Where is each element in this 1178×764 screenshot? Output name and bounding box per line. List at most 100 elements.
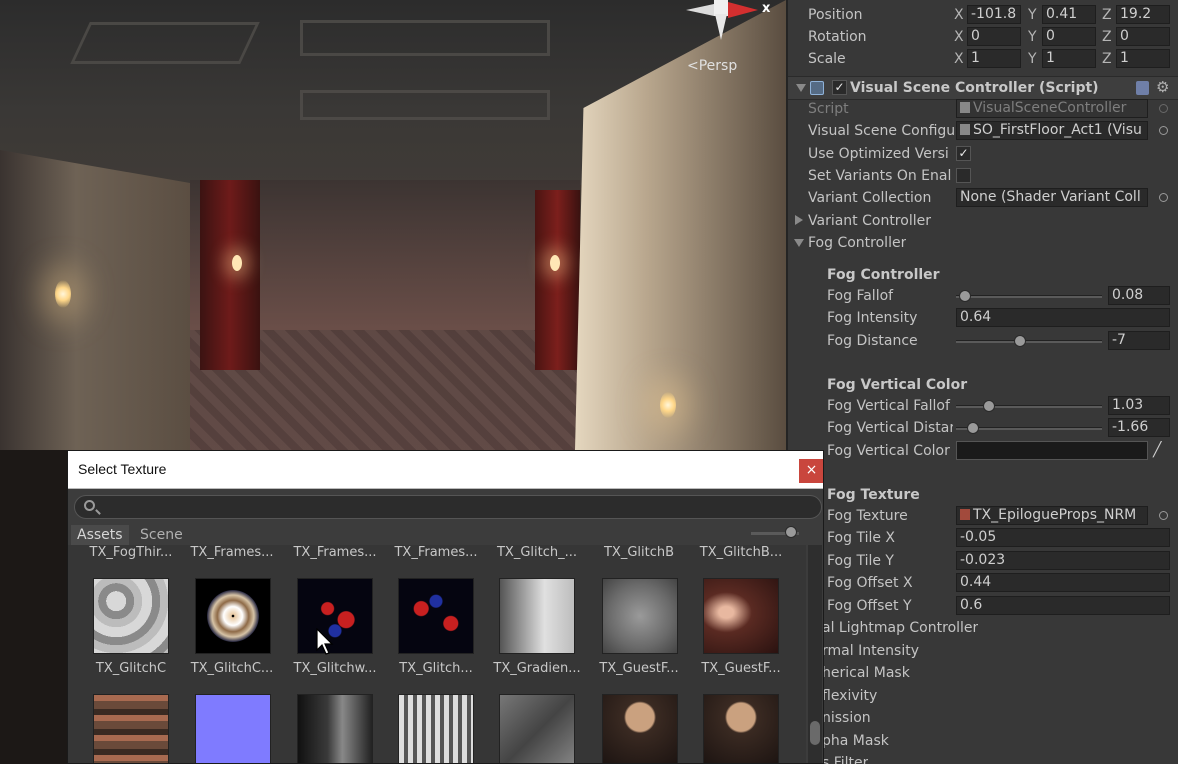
texture-name[interactable]: TX_GlitchC... bbox=[182, 661, 282, 676]
fog-tile-y-field[interactable]: -0.023 bbox=[956, 551, 1170, 570]
position-x-field[interactable]: -101.8 bbox=[967, 5, 1021, 24]
texture-name[interactable]: TX_GlitchB bbox=[589, 545, 689, 560]
fog-intensity-field[interactable]: 0.64 bbox=[956, 308, 1170, 327]
fog-offset-y-field[interactable]: 0.6 bbox=[956, 596, 1170, 615]
foldout-item[interactable]: rmal Intensity bbox=[788, 640, 1178, 662]
axis-x-label: X bbox=[954, 29, 964, 45]
scale-z-field[interactable]: 1 bbox=[1116, 49, 1170, 68]
projection-toggle[interactable]: <Persp bbox=[687, 58, 737, 74]
search-input[interactable] bbox=[74, 495, 822, 519]
fog-offset-y-label: Fog Offset Y bbox=[827, 598, 912, 614]
texture-name[interactable]: TX_Glitch... bbox=[386, 661, 486, 676]
texture-thumbnail[interactable] bbox=[195, 578, 271, 654]
texture-name[interactable]: TX_GuestF... bbox=[589, 661, 689, 676]
object-picker-icon[interactable] bbox=[1159, 193, 1168, 202]
foldout-item[interactable]: pha Mask bbox=[788, 730, 1178, 752]
fog-tile-y-label: Fog Tile Y bbox=[827, 553, 894, 569]
component-header[interactable]: ✓ Visual Scene Controller (Script) ⚙ bbox=[788, 76, 1178, 100]
fog-texture-field[interactable]: TX_EpilogueProps_NRM bbox=[956, 506, 1148, 525]
slider-knob[interactable] bbox=[785, 526, 797, 538]
foldout-item[interactable]: nission bbox=[788, 707, 1178, 729]
slider-knob[interactable] bbox=[1013, 335, 1026, 347]
fog-distance-field[interactable]: -7 bbox=[1108, 331, 1170, 350]
fog-tile-y-row: Fog Tile Y -0.023 bbox=[788, 550, 1178, 572]
mouse-cursor-icon bbox=[316, 628, 334, 655]
gear-icon[interactable]: ⚙ bbox=[1156, 78, 1169, 96]
component-enabled-checkbox[interactable]: ✓ bbox=[832, 80, 847, 95]
texture-thumbnail[interactable] bbox=[93, 578, 169, 654]
slider-knob[interactable] bbox=[982, 400, 995, 412]
variant-collection-field[interactable]: None (Shader Variant Coll bbox=[956, 188, 1148, 207]
texture-thumbnail[interactable] bbox=[602, 694, 678, 763]
foldout-arrow-icon[interactable] bbox=[795, 215, 803, 225]
fog-falloff-field[interactable]: 0.08 bbox=[1108, 286, 1170, 305]
fog-controller-foldout[interactable]: Fog Controller bbox=[788, 232, 1178, 254]
gizmo-axis-cone[interactable] bbox=[686, 4, 714, 16]
slider-knob[interactable] bbox=[958, 290, 971, 302]
visual-scene-config-label: Visual Scene Configu bbox=[808, 123, 954, 139]
axis-y-label: Y bbox=[1028, 51, 1037, 67]
fog-vertical-falloff-slider[interactable] bbox=[956, 405, 1102, 408]
fog-offset-x-field[interactable]: 0.44 bbox=[956, 573, 1170, 592]
gizmo-x-axis-cone[interactable] bbox=[728, 2, 758, 18]
fog-tile-x-field[interactable]: -0.05 bbox=[956, 528, 1170, 547]
help-book-icon[interactable] bbox=[1136, 81, 1149, 95]
texture-thumbnail[interactable] bbox=[703, 578, 779, 654]
rotation-x-field[interactable]: 0 bbox=[967, 27, 1021, 46]
texture-name[interactable]: TX_Frames... bbox=[386, 545, 486, 560]
texture-name[interactable]: TX_Frames... bbox=[285, 545, 385, 560]
texture-thumbnail[interactable] bbox=[93, 694, 169, 763]
rotation-z-field[interactable]: 0 bbox=[1116, 27, 1170, 46]
fog-vertical-color-swatch[interactable] bbox=[956, 441, 1148, 460]
texture-name[interactable]: TX_Gradien... bbox=[487, 661, 587, 676]
foldout-item[interactable]: s Filter bbox=[788, 752, 1178, 764]
texture-thumbnail[interactable] bbox=[499, 578, 575, 654]
position-z-field[interactable]: 19.2 bbox=[1116, 5, 1170, 24]
object-picker-icon[interactable] bbox=[1159, 126, 1168, 135]
foldout-item-label: rmal Intensity bbox=[822, 643, 920, 659]
fog-vertical-distance-field[interactable]: -1.66 bbox=[1108, 418, 1170, 437]
texture-name[interactable]: TX_GuestF... bbox=[691, 661, 791, 676]
slider-knob[interactable] bbox=[966, 422, 979, 434]
script-label: Script bbox=[808, 101, 849, 117]
foldout-item[interactable]: herical Mask bbox=[788, 662, 1178, 684]
position-y-field[interactable]: 0.41 bbox=[1042, 5, 1096, 24]
texture-name[interactable]: TX_FogThir... bbox=[81, 545, 181, 560]
eyedropper-icon[interactable]: ╱ bbox=[1153, 442, 1161, 458]
texture-thumbnail[interactable] bbox=[602, 578, 678, 654]
fog-vertical-falloff-field[interactable]: 1.03 bbox=[1108, 396, 1170, 415]
tab-assets[interactable]: Assets bbox=[71, 525, 129, 545]
texture-name[interactable]: TX_Glitch_... bbox=[487, 545, 587, 560]
gizmo-axis-cone[interactable] bbox=[715, 14, 727, 40]
variant-controller-foldout[interactable]: Variant Controller bbox=[788, 210, 1178, 232]
rotation-y-field[interactable]: 0 bbox=[1042, 27, 1096, 46]
foldout-arrow-icon[interactable] bbox=[796, 84, 806, 92]
scale-x-field[interactable]: 1 bbox=[967, 49, 1021, 68]
texture-name[interactable]: TX_Frames... bbox=[182, 545, 282, 560]
orientation-gizmo[interactable]: x bbox=[684, 0, 778, 44]
texture-thumbnail[interactable] bbox=[398, 578, 474, 654]
foldout-item[interactable]: al Lightmap Controller bbox=[788, 617, 1178, 639]
scale-y-field[interactable]: 1 bbox=[1042, 49, 1096, 68]
set-variants-checkbox[interactable] bbox=[956, 168, 971, 183]
scrollbar-thumb[interactable] bbox=[810, 721, 820, 745]
fog-distance-slider[interactable] bbox=[956, 340, 1102, 343]
texture-thumbnail[interactable] bbox=[398, 694, 474, 763]
texture-thumbnail[interactable] bbox=[499, 694, 575, 763]
fog-falloff-slider[interactable] bbox=[956, 295, 1102, 298]
texture-name[interactable]: TX_GlitchC bbox=[81, 661, 181, 676]
texture-name[interactable]: TX_GlitchB... bbox=[691, 545, 791, 560]
texture-name[interactable]: TX_Glitchw... bbox=[285, 661, 385, 676]
visual-scene-config-field[interactable]: SO_FirstFloor_Act1 (Visu bbox=[956, 121, 1148, 140]
foldout-arrow-icon[interactable] bbox=[794, 239, 804, 247]
dialog-titlebar[interactable]: Select Texture × bbox=[68, 451, 823, 489]
object-picker-icon[interactable] bbox=[1159, 511, 1168, 520]
texture-thumbnail[interactable] bbox=[703, 694, 779, 763]
use-optimized-checkbox[interactable]: ✓ bbox=[956, 146, 971, 161]
foldout-item[interactable]: flexivity bbox=[788, 685, 1178, 707]
texture-thumbnail[interactable] bbox=[195, 694, 271, 763]
dialog-title: Select Texture bbox=[78, 461, 167, 477]
texture-thumbnail[interactable] bbox=[297, 694, 373, 763]
tab-scene[interactable]: Scene bbox=[134, 525, 189, 545]
close-button[interactable]: × bbox=[799, 459, 823, 483]
